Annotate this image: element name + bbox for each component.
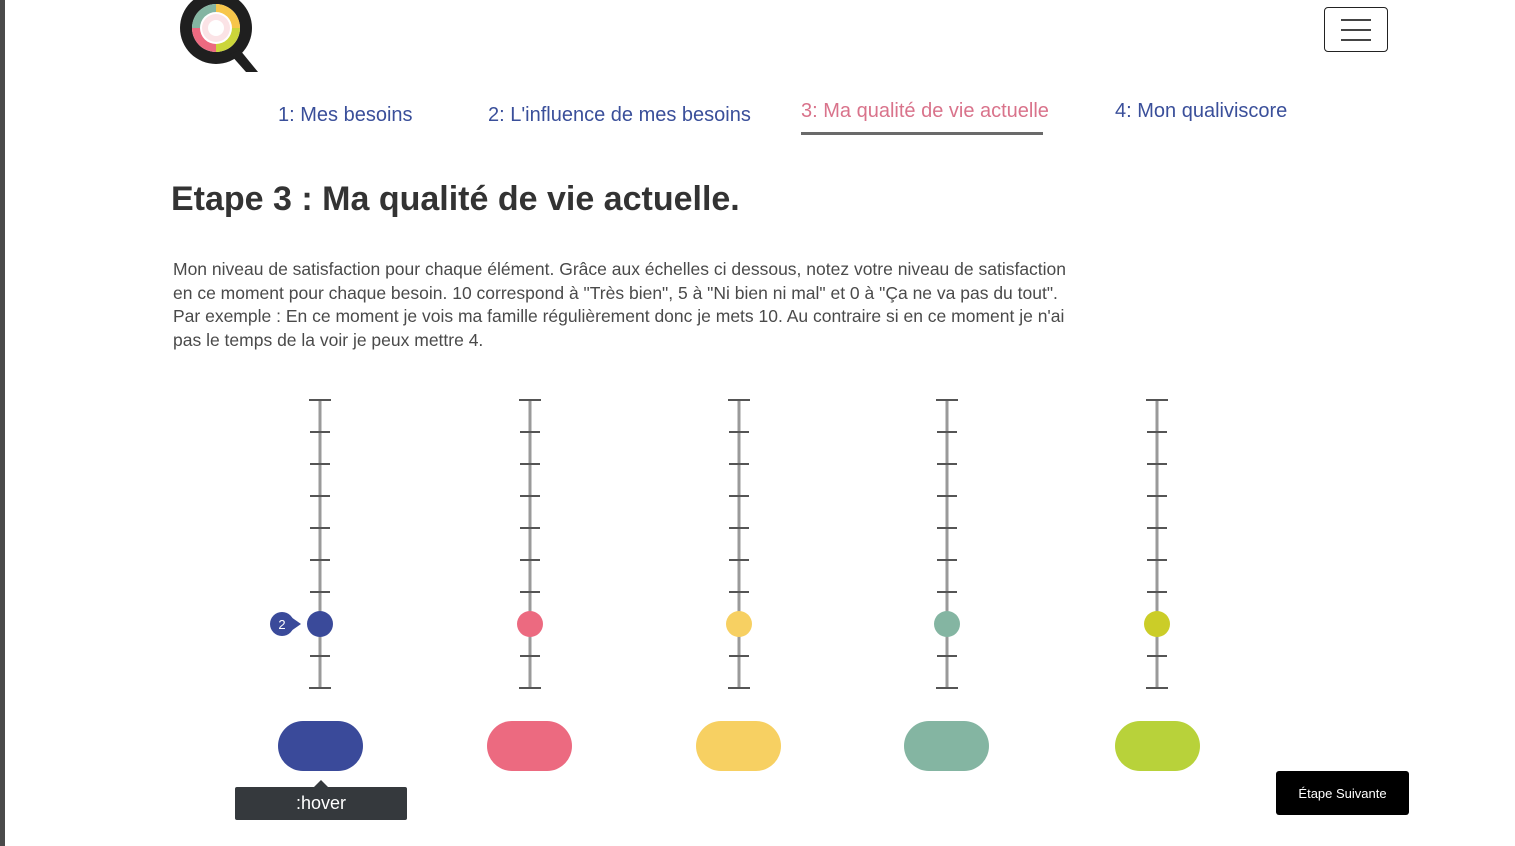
- category-button-3[interactable]: [696, 721, 781, 771]
- value-badge-pointer: [291, 617, 301, 631]
- slider-handle[interactable]: [726, 611, 752, 637]
- satisfaction-slider[interactable]: [517, 399, 543, 689]
- slider-handle[interactable]: [307, 611, 333, 637]
- category-button-5[interactable]: [1115, 721, 1200, 771]
- category-button-4[interactable]: [904, 721, 989, 771]
- category-button-1[interactable]: [278, 721, 363, 771]
- satisfaction-slider[interactable]: [934, 399, 960, 689]
- hover-tooltip: :hover: [235, 780, 407, 820]
- slider-handle[interactable]: [1144, 611, 1170, 637]
- satisfaction-slider[interactable]: [726, 399, 752, 689]
- value-label: 2: [278, 617, 285, 632]
- satisfaction-sliders: 2: [270, 399, 1170, 689]
- category-button-2[interactable]: [487, 721, 572, 771]
- slider-handle[interactable]: [517, 611, 543, 637]
- satisfaction-slider[interactable]: 2: [270, 399, 333, 689]
- satisfaction-slider[interactable]: [1144, 399, 1170, 689]
- slider-handle[interactable]: [934, 611, 960, 637]
- next-step-button[interactable]: Étape Suivante: [1276, 771, 1409, 815]
